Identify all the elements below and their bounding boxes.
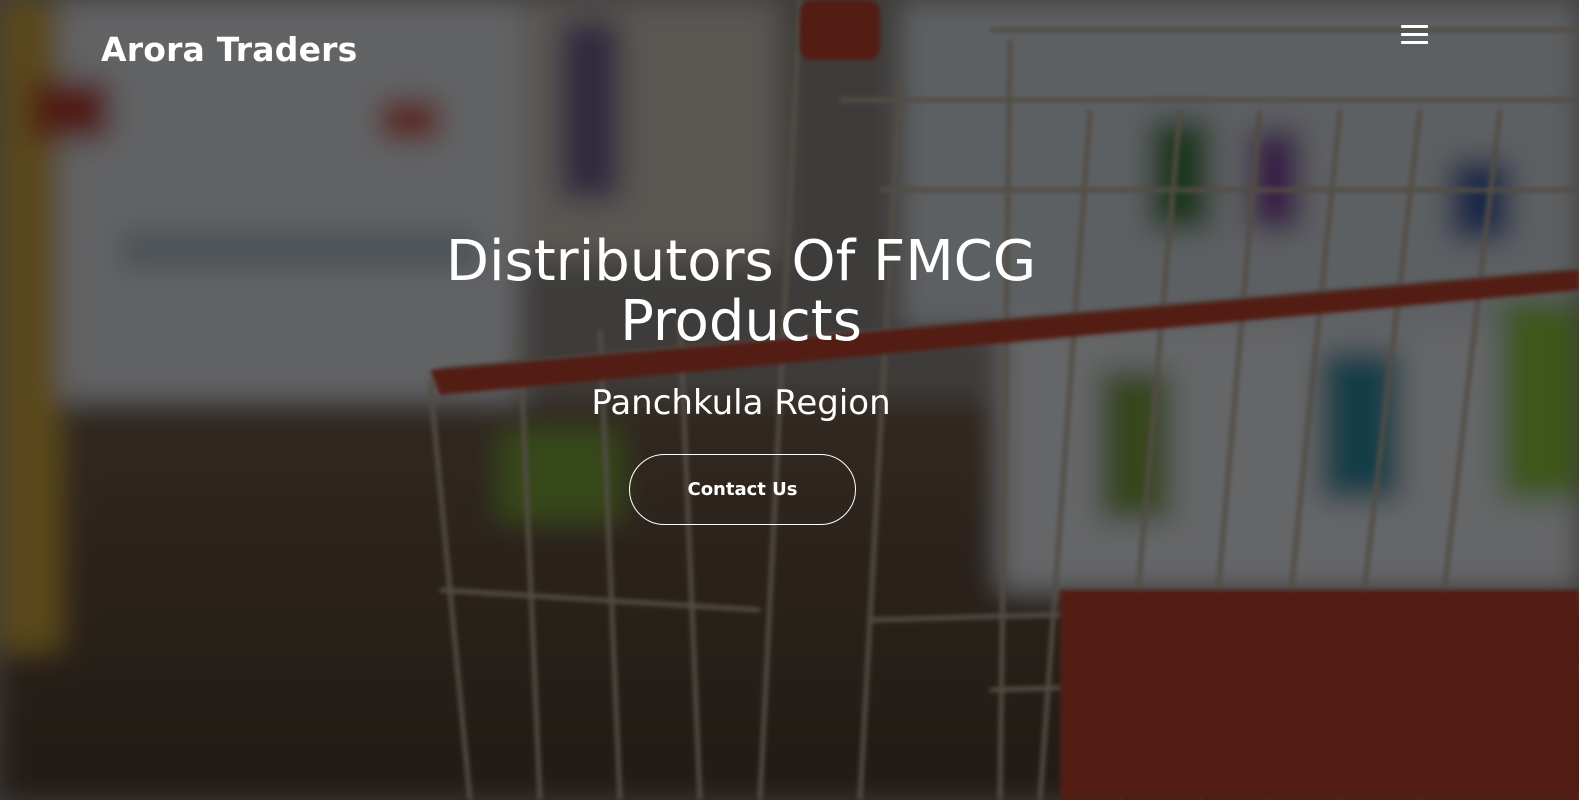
hamburger-menu-icon-bar	[1400, 40, 1428, 44]
contact-us-button[interactable]: Contact Us	[629, 454, 856, 525]
hero-subtitle: Panchkula Region	[591, 383, 891, 423]
hamburger-menu-button[interactable]	[1398, 22, 1430, 46]
brand-logo-link[interactable]: Arora Traders	[101, 30, 357, 69]
hamburger-menu-icon-bar	[1400, 32, 1428, 36]
hamburger-menu-icon	[1400, 24, 1428, 28]
hero-title: Distributors Of FMCG Products	[445, 229, 1037, 354]
